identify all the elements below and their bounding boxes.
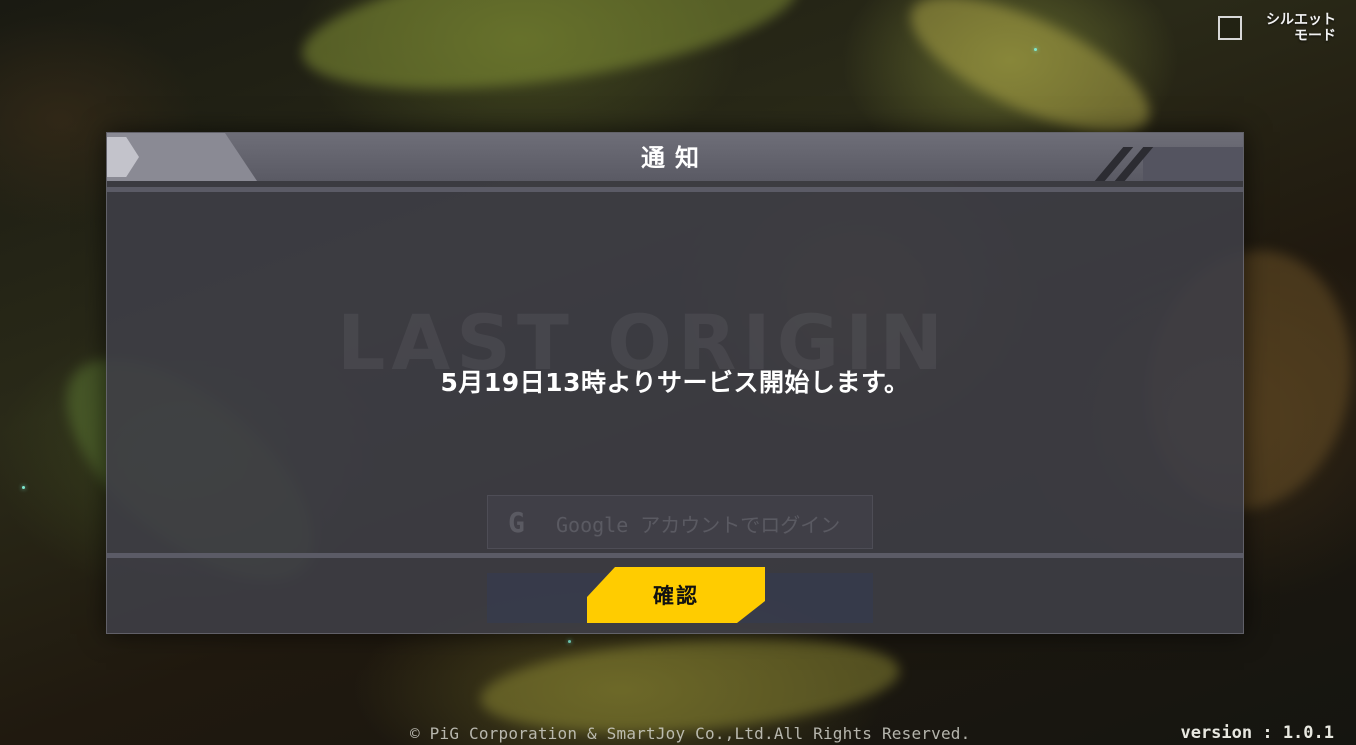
dialog-title: 通知 <box>641 144 709 172</box>
google-login-label: Google アカウントでログイン <box>556 513 841 537</box>
sparkle <box>22 486 25 489</box>
silhouette-mode-checkbox[interactable] <box>1218 16 1242 40</box>
game-screen: シルエット モード 通知 LAST ORIGIN G Google アカウントでロ… <box>0 0 1356 745</box>
silhouette-mode-label: シルエット モード <box>1266 12 1336 44</box>
copyright-text: © PiG Corporation & SmartJoy Co.,Ltd.All… <box>410 724 971 743</box>
confirm-button[interactable]: 確認 <box>587 567 765 623</box>
notice-message: 5月19日13時よりサービス開始します。 <box>440 368 910 397</box>
background-glow <box>294 0 806 115</box>
notice-dialog: 通知 LAST ORIGIN G Google アカウントでログイン 5月19日1… <box>106 132 1244 634</box>
silhouette-mode-toggle[interactable]: シルエット モード <box>1218 12 1336 44</box>
google-icon: G <box>508 506 525 539</box>
dialog-header: 通知 <box>107 133 1243 181</box>
version-text: version : 1.0.1 <box>1180 723 1334 743</box>
sparkle <box>568 640 571 643</box>
confirm-button-label: 確認 <box>653 584 699 608</box>
sparkle <box>1034 48 1037 51</box>
google-login-button-background: G Google アカウントでログイン <box>487 495 873 549</box>
header-divider <box>107 187 1243 192</box>
footer-divider <box>107 553 1243 558</box>
